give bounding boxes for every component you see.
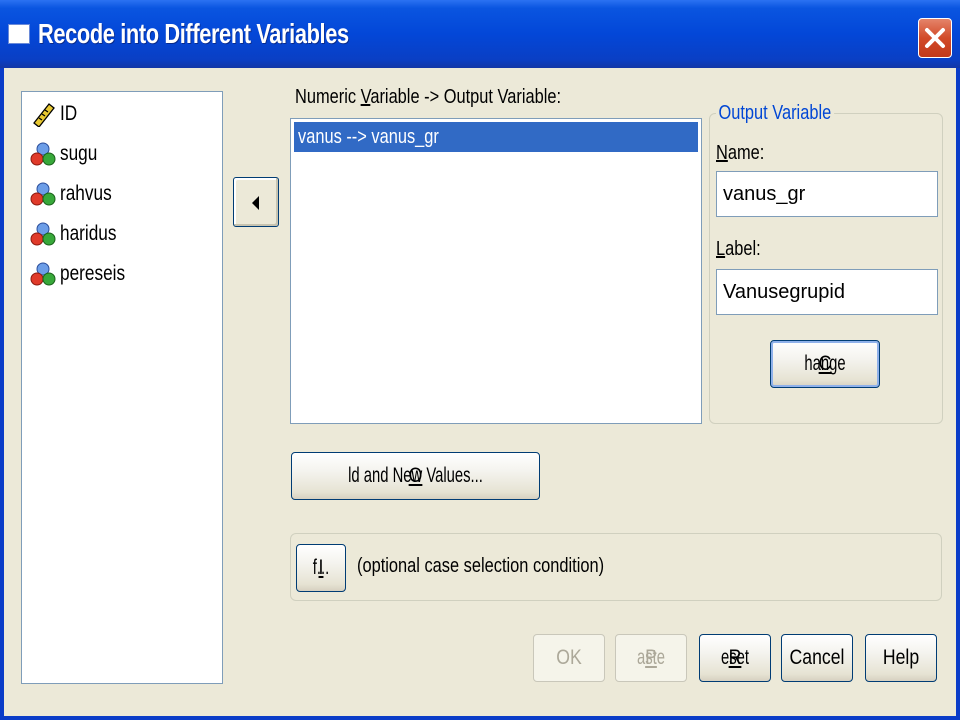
- source-variable-list[interactable]: ID sugu rahvus haridus pereseis: [21, 91, 223, 684]
- label-field-label: Label:: [716, 238, 761, 260]
- scale-ruler-icon: [33, 103, 55, 127]
- variable-name: rahvus: [60, 182, 112, 205]
- cancel-button[interactable]: Cancel: [781, 634, 853, 682]
- window-title: Recode into Different Variables: [38, 18, 349, 49]
- output-variable-legend: Output Variable: [716, 102, 834, 125]
- variable-name: pereseis: [60, 262, 126, 285]
- old-and-new-values-button[interactable]: Old and New Values...: [291, 452, 540, 500]
- nominal-icon: [30, 142, 56, 166]
- variable-name: haridus: [60, 222, 117, 245]
- variable-name: ID: [60, 102, 78, 125]
- help-button[interactable]: Help: [865, 634, 937, 682]
- variable-item-haridus[interactable]: haridus: [30, 217, 129, 251]
- title-bar[interactable]: Recode into Different Variables: [0, 0, 960, 68]
- reset-button[interactable]: Reset: [699, 634, 771, 682]
- move-variable-button[interactable]: [233, 177, 279, 227]
- mapping-item[interactable]: vanus --> vanus_gr: [294, 122, 698, 152]
- nominal-icon: [30, 262, 56, 286]
- variable-mapping-list[interactable]: vanus --> vanus_gr: [290, 118, 702, 424]
- nominal-icon: [30, 182, 56, 206]
- arrow-left-icon: [252, 196, 259, 210]
- change-button[interactable]: Change: [770, 340, 880, 388]
- ok-button[interactable]: OK: [533, 634, 605, 682]
- nominal-icon: [30, 222, 56, 246]
- dialog-window: Recode into Different Variables ID sugu …: [0, 0, 960, 720]
- close-button[interactable]: [918, 18, 952, 58]
- name-field-label: Name:: [716, 142, 765, 164]
- case-selection-text: (optional case selection condition): [357, 555, 605, 577]
- paste-button[interactable]: Paste: [615, 634, 687, 682]
- window-icon: [8, 24, 30, 44]
- variable-item-sugu[interactable]: sugu: [30, 137, 106, 171]
- variable-item-id[interactable]: ID: [30, 97, 81, 131]
- dialog-body: ID sugu rahvus haridus pereseis Numeric …: [4, 68, 956, 716]
- output-name-input[interactable]: [716, 171, 938, 217]
- variable-name: sugu: [60, 142, 98, 165]
- output-label-input[interactable]: [716, 269, 938, 315]
- variable-item-rahvus[interactable]: rahvus: [30, 177, 123, 211]
- variable-item-pereseis[interactable]: pereseis: [30, 257, 139, 291]
- mapping-list-label: Numeric Variable -> Output Variable:: [295, 86, 562, 108]
- if-button[interactable]: If...: [296, 544, 346, 592]
- close-icon: [925, 28, 945, 48]
